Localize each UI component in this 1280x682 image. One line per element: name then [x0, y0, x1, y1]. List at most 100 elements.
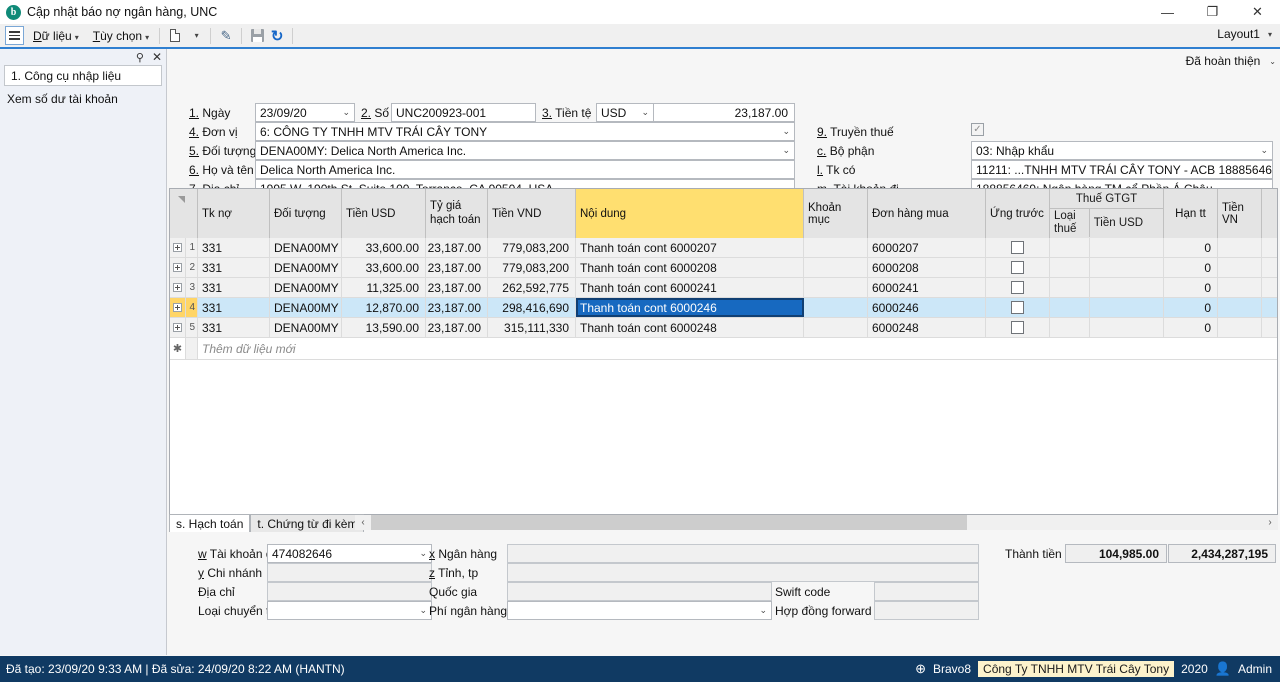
cell-doi-tuong[interactable]: DENA00MY — [270, 258, 342, 277]
table-row[interactable]: 1 331 DENA00MY 33,600.00 23,187.00 779,0… — [170, 238, 1277, 258]
cell-ung-truoc[interactable] — [986, 238, 1050, 257]
cell-don-hang-mua[interactable]: 6000246 — [868, 298, 986, 317]
cell-tien-vnd[interactable]: 779,083,200 — [488, 238, 576, 257]
cell-noi-dung[interactable]: Thanh toán cont 6000241 — [576, 278, 804, 297]
cell-tien-usd[interactable]: 12,870.00 — [342, 298, 426, 317]
cell-tien-vnd[interactable]: 315,111,330 — [488, 318, 576, 337]
cell-tien-usd[interactable]: 11,325.00 — [342, 278, 426, 297]
select-tien-te[interactable]: USD ⌄ — [596, 103, 654, 122]
row-expand-button[interactable] — [170, 298, 186, 317]
cell-han-tt[interactable]: 0 — [1164, 318, 1218, 337]
checkbox-ung-truoc[interactable] — [1011, 321, 1024, 334]
input-ty-gia-header[interactable]: 23,187.00 — [653, 103, 795, 122]
grid-col-tien-usd[interactable]: Tiền USD — [342, 189, 426, 238]
cell-thue-tien-usd[interactable] — [1090, 298, 1164, 317]
cell-tk-no[interactable]: 331 — [198, 298, 270, 317]
select-bo-phan[interactable]: 03: Nhập khẩu ⌄ — [971, 141, 1273, 160]
cell-noi-dung[interactable]: Thanh toán cont 6000208 — [576, 258, 804, 277]
select-doi-tuong[interactable]: DENA00MY: Delica North America Inc. ⌄ — [255, 141, 795, 160]
cell-ty-gia[interactable]: 23,187.00 — [426, 318, 488, 337]
select-don-vi[interactable]: 6: CÔNG TY TNHH MTV TRÁI CÂY TONY ⌄ — [255, 122, 795, 141]
menu-tuy-chon[interactable]: Tùy chọn ▾ — [88, 27, 154, 45]
scroll-right-arrow[interactable]: › — [1262, 515, 1278, 530]
cell-ty-gia[interactable]: 23,187.00 — [426, 278, 488, 297]
cell-ty-gia[interactable]: 23,187.00 — [426, 298, 488, 317]
cell-tien-vnd[interactable]: 298,416,690 — [488, 298, 576, 317]
grid-col-don-hang-mua[interactable]: Đơn hàng mua — [868, 189, 986, 238]
cell-han-tt[interactable]: 0 — [1164, 238, 1218, 257]
grid-new-row[interactable]: ✱ Thêm dữ liệu mới — [170, 338, 1277, 360]
cell-tien-vnd[interactable]: 262,592,775 — [488, 278, 576, 297]
cell-noi-dung[interactable]: Thanh toán cont 6000248 — [576, 318, 804, 337]
grid-horizontal-scrollbar[interactable]: ‹ › — [169, 515, 1278, 530]
input-ho-va-ten[interactable]: Delica North America Inc. — [255, 160, 795, 179]
cell-don-hang-mua[interactable]: 6000248 — [868, 318, 986, 337]
cell-don-hang-mua[interactable]: 6000208 — [868, 258, 986, 277]
row-expand-button[interactable] — [170, 278, 186, 297]
cell-loai-thue[interactable] — [1050, 258, 1090, 277]
scroll-left-arrow[interactable]: ‹ — [355, 515, 371, 530]
cell-ung-truoc[interactable] — [986, 318, 1050, 337]
cell-han-tt[interactable]: 0 — [1164, 298, 1218, 317]
select-phi-ngan-hang[interactable]: ⌄ — [507, 601, 772, 620]
cell-thue-tien-usd[interactable] — [1090, 318, 1164, 337]
scrollbar-thumb[interactable] — [371, 515, 967, 530]
cell-tien-usd[interactable]: 33,600.00 — [342, 258, 426, 277]
cell-don-hang-mua[interactable]: 6000207 — [868, 238, 986, 257]
sidebar-item-xem-so-du-tai-khoan[interactable]: Xem số dư tài khoản — [6, 90, 160, 108]
grid-col-loai-thue[interactable]: Loại thuế — [1050, 209, 1090, 237]
cell-ung-truoc[interactable] — [986, 258, 1050, 277]
cell-doi-tuong[interactable]: DENA00MY — [270, 318, 342, 337]
input-tinh-tp[interactable] — [507, 563, 979, 582]
cell-tk-no[interactable]: 331 — [198, 278, 270, 297]
row-expand-button[interactable] — [170, 238, 186, 257]
cell-tk-no[interactable]: 331 — [198, 238, 270, 257]
edit-button[interactable]: ✎ — [216, 26, 236, 46]
cell-han-tt[interactable]: 0 — [1164, 258, 1218, 277]
close-window-button[interactable]: ✕ — [1235, 0, 1280, 24]
cell-tien-vnd[interactable]: 779,083,200 — [488, 258, 576, 277]
select-loai-chuyen-tien[interactable]: ⌄ — [267, 601, 432, 620]
cell-khoan-muc[interactable] — [804, 298, 868, 317]
grid-col-ung-truoc[interactable]: Ứng trước — [986, 189, 1050, 238]
cell-tien-vn[interactable] — [1218, 318, 1262, 337]
pin-icon[interactable]: ⚲ — [136, 51, 144, 64]
cell-tien-vn[interactable] — [1218, 298, 1262, 317]
grid-col-ty-gia-hach-toan[interactable]: Tỷ giá hạch toán — [426, 189, 488, 238]
input-ngay[interactable]: 23/09/20 ⌄ — [255, 103, 355, 122]
sidebar-item-cong-cu-nhap-lieu[interactable]: 1. Công cụ nhập liệu — [4, 65, 162, 86]
cell-ung-truoc[interactable] — [986, 298, 1050, 317]
cell-noi-dung-active[interactable]: Thanh toán cont 6000246 — [576, 298, 804, 317]
cell-loai-thue[interactable] — [1050, 238, 1090, 257]
cell-khoan-muc[interactable] — [804, 278, 868, 297]
checkbox-ung-truoc[interactable] — [1011, 281, 1024, 294]
select-tk-co[interactable]: 11211: ...TNHH MTV TRÁI CÂY TONY - ACB 1… — [971, 160, 1273, 179]
cell-thue-tien-usd[interactable] — [1090, 238, 1164, 257]
select-tai-khoan-den[interactable]: 474082646 ⌄ — [267, 544, 432, 563]
cell-noi-dung[interactable]: Thanh toán cont 6000207 — [576, 238, 804, 257]
grid-col-tien-vnd[interactable]: Tiền VND — [488, 189, 576, 238]
close-icon[interactable]: ✕ — [152, 50, 162, 64]
cell-thue-tien-usd[interactable] — [1090, 258, 1164, 277]
cell-tien-vn[interactable] — [1218, 258, 1262, 277]
checkbox-truyen-thue[interactable]: ✓ — [971, 123, 984, 136]
row-expand-button[interactable] — [170, 318, 186, 337]
grid-col-tien-vn[interactable]: Tiền VN — [1218, 189, 1262, 238]
table-row[interactable]: 5 331 DENA00MY 13,590.00 23,187.00 315,1… — [170, 318, 1277, 338]
row-expand-button[interactable] — [170, 258, 186, 277]
checkbox-ung-truoc[interactable] — [1011, 241, 1024, 254]
input-quoc-gia[interactable] — [507, 582, 772, 601]
grid-select-all-corner[interactable] — [170, 189, 198, 238]
grid-col-khoan-muc[interactable]: Khoản mục — [804, 189, 868, 238]
cell-thue-tien-usd[interactable] — [1090, 278, 1164, 297]
cell-khoan-muc[interactable] — [804, 238, 868, 257]
grid-col-thue-tien-usd[interactable]: Tiền USD — [1090, 209, 1163, 237]
input-so[interactable]: UNC200923-001 — [391, 103, 536, 122]
cell-doi-tuong[interactable]: DENA00MY — [270, 238, 342, 257]
grid-col-doi-tuong[interactable]: Đối tượng — [270, 189, 342, 238]
table-row-selected[interactable]: 4 331 DENA00MY 12,870.00 23,187.00 298,4… — [170, 298, 1277, 318]
cell-ty-gia[interactable]: 23,187.00 — [426, 238, 488, 257]
input-dia-chi-bottom[interactable] — [267, 582, 432, 601]
table-row[interactable]: 2 331 DENA00MY 33,600.00 23,187.00 779,0… — [170, 258, 1277, 278]
menu-du-lieu[interactable]: Dữ liệu ▾ — [28, 27, 84, 45]
